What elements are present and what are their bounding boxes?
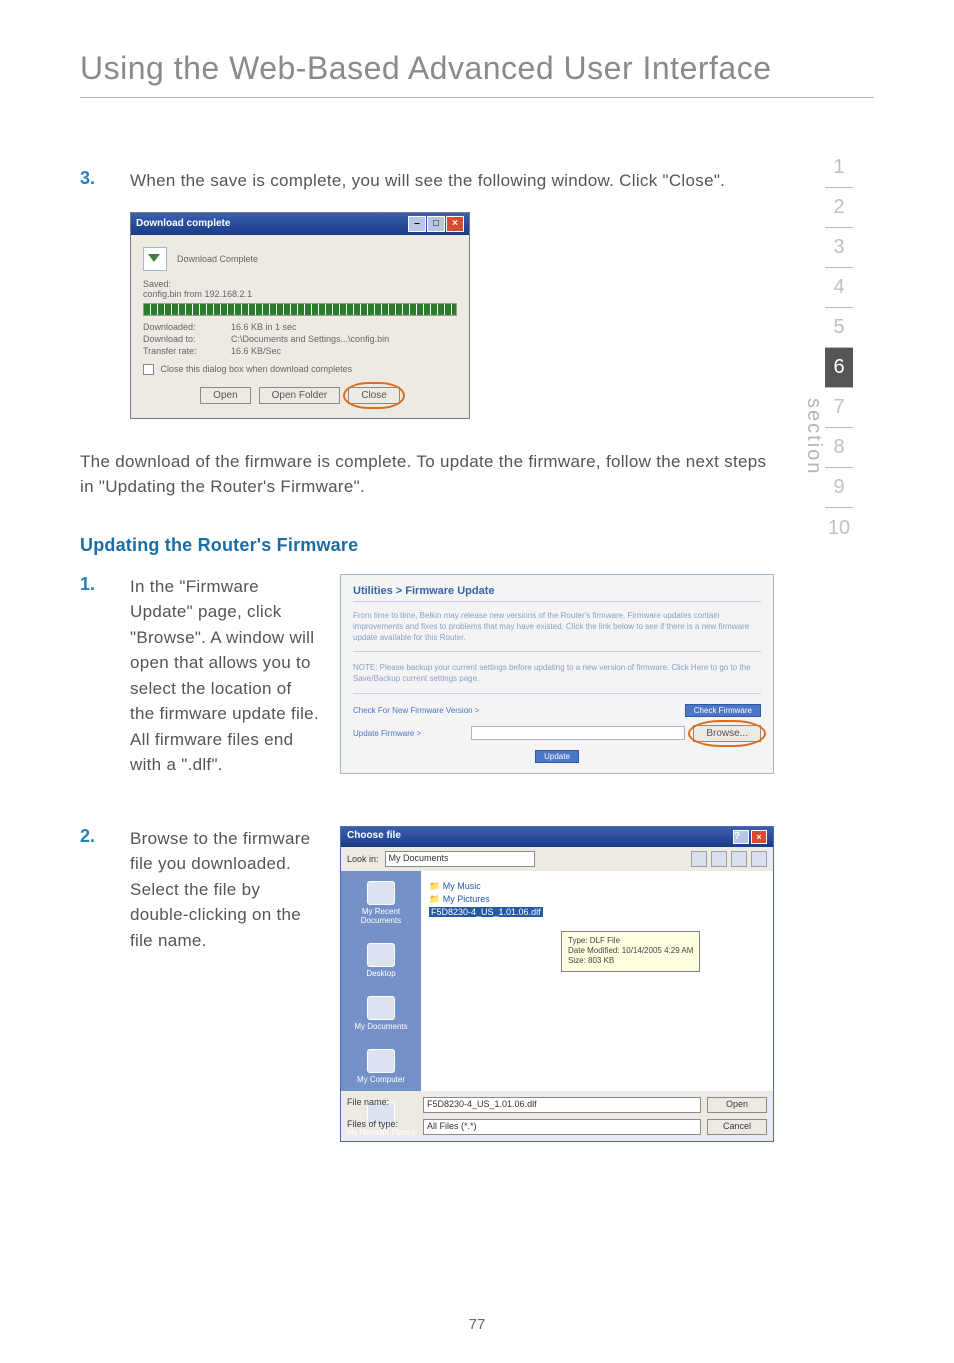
nav-item-9[interactable]: 9 — [825, 468, 853, 508]
maximize-icon[interactable]: □ — [427, 216, 445, 232]
folder-item[interactable]: 📁 My Music — [429, 881, 765, 892]
window-controls: – □ × — [408, 216, 464, 232]
nav-item-4[interactable]: 4 — [825, 268, 853, 308]
window-controls: ? × — [733, 830, 767, 844]
filetype-label: Files of type: — [347, 1119, 417, 1135]
downloadto-value: C:\Documents and Settings...\config.bin — [231, 334, 389, 344]
close-button[interactable]: Close — [348, 387, 400, 404]
step-text: In the "Firmware Update" page, click "Br… — [130, 574, 320, 778]
views-icon[interactable] — [751, 851, 767, 867]
downloaded-key: Downloaded: — [143, 322, 223, 332]
nav-item-8[interactable]: 8 — [825, 428, 853, 468]
help-icon[interactable]: ? — [733, 830, 749, 844]
update-step-2: 2. Browse to the firmware file you downl… — [80, 826, 320, 954]
close-checkbox-label: Close this dialog box when download comp… — [161, 364, 353, 374]
firmware-update-page: Utilities > Firmware Update From time to… — [340, 574, 774, 774]
close-icon[interactable]: × — [446, 216, 464, 232]
lookin-label: Look in: — [347, 854, 379, 864]
saved-value: config.bin from 192.168.2.1 — [143, 289, 457, 299]
file-browser-dialog: Choose file ? × Look in: My Documents — [340, 826, 774, 1142]
update-firmware-label: Update Firmware > — [353, 729, 463, 738]
nav-item-1[interactable]: 1 — [825, 148, 853, 188]
open-button[interactable]: Open — [707, 1097, 767, 1113]
step-text: When the save is complete, you will see … — [130, 168, 774, 194]
folder-item[interactable]: 📁 My Pictures — [429, 894, 765, 905]
filename-label: File name: — [347, 1097, 417, 1113]
back-icon[interactable] — [691, 851, 707, 867]
newfolder-icon[interactable] — [731, 851, 747, 867]
filename-field[interactable]: F5D8230-4_US_1.01.06.dlf — [423, 1097, 701, 1113]
step-number: 1. — [80, 574, 110, 778]
saved-label: Saved: — [143, 279, 457, 289]
downloadto-key: Download to: — [143, 334, 223, 344]
firmware-paragraph: The download of the firmware is complete… — [80, 449, 774, 500]
place-recent[interactable]: My Recent Documents — [345, 881, 417, 925]
place-mycomputer[interactable]: My Computer — [357, 1049, 405, 1084]
update-button[interactable]: Update — [535, 750, 579, 763]
page-title: Using the Web-Based Advanced User Interf… — [80, 50, 874, 98]
update-step-1: 1. In the "Firmware Update" page, click … — [80, 574, 320, 778]
downloaded-value: 16.6 KB in 1 sec — [231, 322, 297, 332]
step-text: Browse to the firmware file you download… — [130, 826, 320, 954]
up-icon[interactable] — [711, 851, 727, 867]
places-bar: My Recent Documents Desktop My Documents… — [341, 871, 421, 1091]
dialog-titlebar: Download complete – □ × — [131, 213, 469, 235]
close-icon[interactable]: × — [751, 830, 767, 844]
step-number: 2. — [80, 826, 110, 954]
place-desktop[interactable]: Desktop — [366, 943, 395, 978]
lookin-dropdown[interactable]: My Documents — [385, 851, 535, 867]
open-folder-button[interactable]: Open Folder — [259, 387, 341, 404]
open-button[interactable]: Open — [200, 387, 250, 404]
nav-item-2[interactable]: 2 — [825, 188, 853, 228]
browse-button[interactable]: Browse... — [693, 725, 761, 742]
section-nav: 1 2 3 4 5 6 7 8 9 10 section — [804, 148, 874, 1172]
firmware-page-header: Utilities > Firmware Update — [353, 585, 761, 602]
download-icon — [143, 247, 167, 271]
check-firmware-button[interactable]: Check Firmware — [685, 704, 761, 717]
progress-bar — [143, 303, 457, 316]
nav-item-7[interactable]: 7 — [825, 388, 853, 428]
firmware-paragraph-2: NOTE: Please backup your current setting… — [353, 662, 761, 693]
nav-item-5[interactable]: 5 — [825, 308, 853, 348]
minimize-icon[interactable]: – — [408, 216, 426, 232]
download-complete-label: Download Complete — [177, 254, 258, 264]
main-content: 3. When the save is complete, you will s… — [80, 168, 774, 1172]
transfer-key: Transfer rate: — [143, 346, 223, 356]
check-firmware-label: Check For New Firmware Version > — [353, 706, 677, 715]
file-list[interactable]: 📁 My Music 📁 My Pictures F5D8230-4_US_1.… — [421, 871, 773, 1091]
place-mydocs[interactable]: My Documents — [354, 996, 407, 1031]
cancel-button[interactable]: Cancel — [707, 1119, 767, 1135]
nav-item-3[interactable]: 3 — [825, 228, 853, 268]
dialog-title: Download complete — [136, 218, 230, 229]
section-label: section — [802, 398, 825, 475]
transfer-value: 16.6 KB/Sec — [231, 346, 281, 356]
step-number: 3. — [80, 168, 110, 194]
updating-firmware-heading: Updating the Router's Firmware — [80, 535, 774, 556]
close-checkbox[interactable] — [143, 364, 154, 375]
firmware-paragraph-1: From time to time, Belkin may release ne… — [353, 610, 761, 653]
file-item-selected[interactable]: F5D8230-4_US_1.01.06.dlf — [429, 907, 765, 917]
nav-item-10[interactable]: 10 — [825, 508, 853, 548]
nav-item-6-active[interactable]: 6 — [825, 348, 853, 388]
file-dialog-title: Choose file — [347, 830, 401, 844]
page-number: 77 — [0, 1316, 954, 1333]
download-complete-dialog: Download complete – □ × Download Complet… — [130, 212, 470, 419]
file-tooltip: Type: DLF File Date Modified: 10/14/2005… — [561, 931, 700, 972]
step-3: 3. When the save is complete, you will s… — [80, 168, 774, 194]
firmware-file-field[interactable] — [471, 726, 685, 740]
filetype-dropdown[interactable]: All Files (*.*) — [423, 1119, 701, 1135]
